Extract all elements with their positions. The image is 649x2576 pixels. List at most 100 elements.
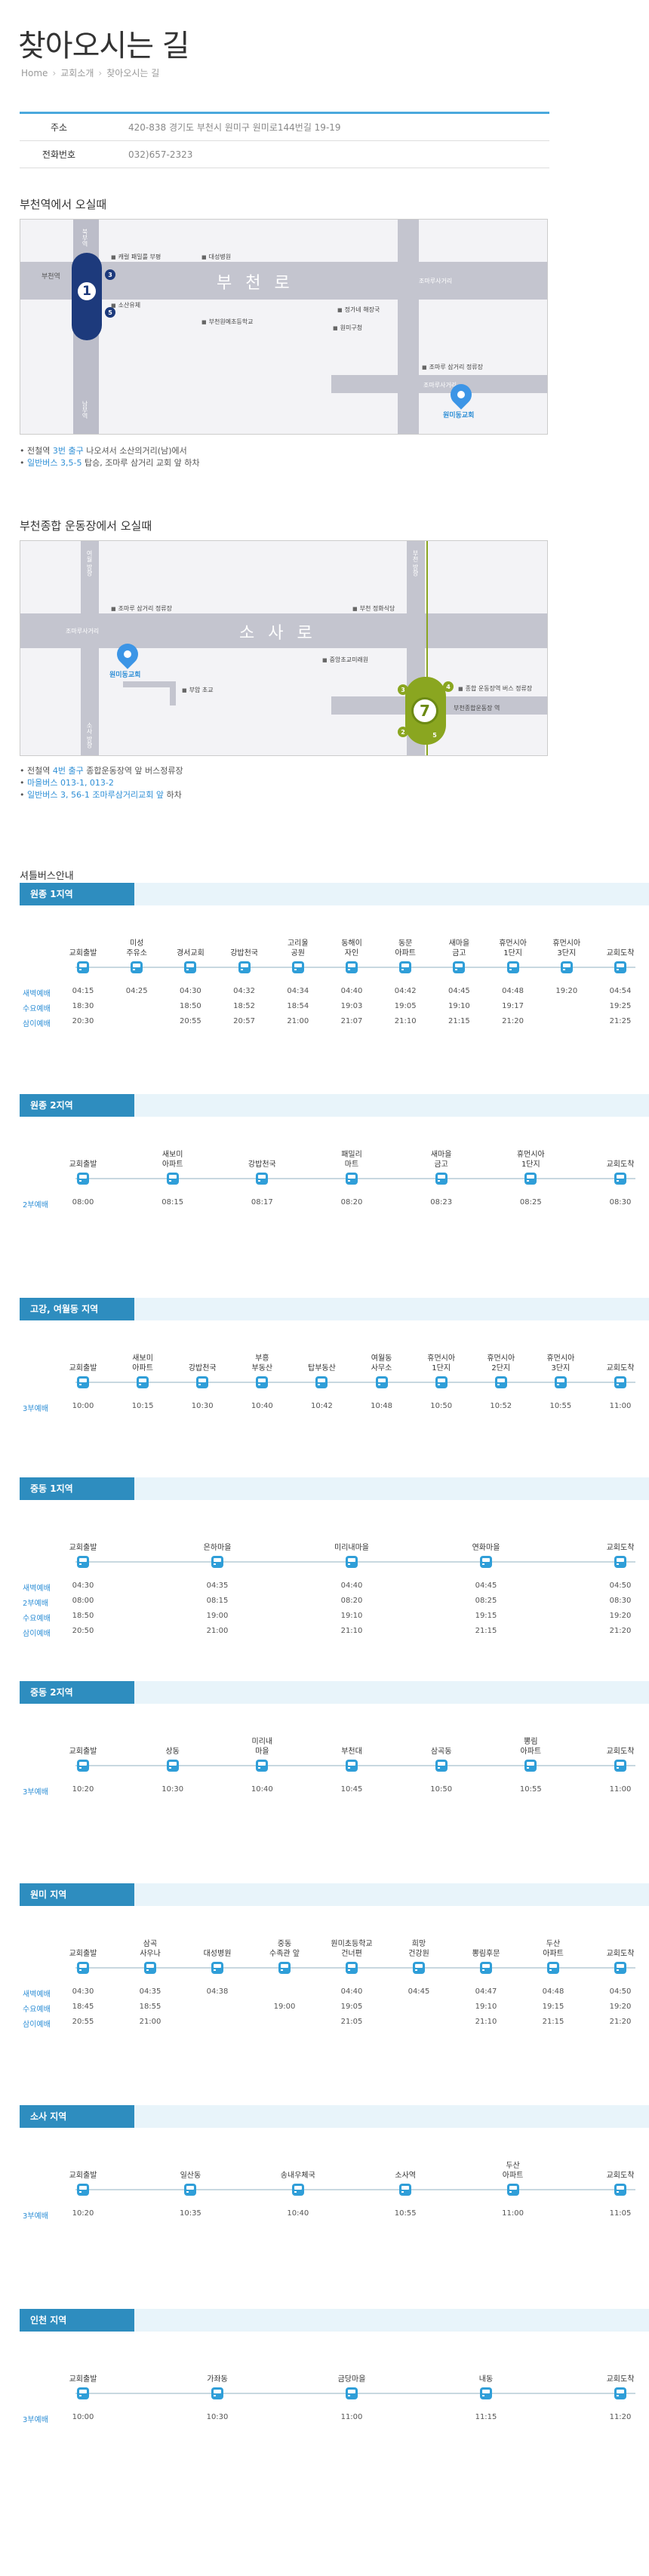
departure-time: 19:00 [206, 1612, 229, 1620]
bus-icon [238, 961, 253, 973]
bus-icon [77, 1962, 91, 1974]
bus-icon [480, 2387, 494, 2399]
stop-name: 소사역 [395, 2172, 416, 2180]
route-name: 원미 지역 [20, 1883, 134, 1906]
route-name: 원종 1지역 [20, 883, 134, 905]
departure-time: 04:30 [72, 1987, 94, 1996]
departure-time: 18:55 [139, 2003, 161, 2011]
map1-crossroad-label-2: 조마루사거리 [419, 278, 453, 284]
bus-icon [346, 1760, 360, 1772]
poi: 부천 정화식당 [352, 604, 395, 613]
chevron-right-icon: › [98, 67, 103, 78]
bus-icon [524, 1173, 540, 1185]
stadium-label: 부천종합운동장 역 [454, 705, 500, 712]
bus-icon [144, 1962, 158, 1974]
service-label: 2부예배 [23, 1600, 48, 1608]
departure-time: 10:50 [430, 1785, 453, 1794]
departure-time: 08:30 [609, 1597, 632, 1605]
map1-north-station: 북부역 [82, 229, 88, 247]
bus-icon [506, 961, 521, 973]
departure-time: 10:40 [287, 2209, 309, 2218]
departure-time: 11:20 [609, 2413, 632, 2421]
departure-time: 10:30 [206, 2413, 229, 2421]
map2-crossroad-label: 조마루사거리 [66, 628, 100, 635]
route-header: 고강, 여월동 지역 [20, 1298, 649, 1320]
service-label: 3부예배 [23, 1405, 48, 1413]
station-number-icon: 7 [411, 697, 438, 724]
stop-name: 교회출발 [69, 1544, 97, 1552]
departure-time: 04:40 [340, 1582, 363, 1590]
bus-icon [77, 2184, 91, 2196]
stop-name: 교회출발 [69, 1160, 97, 1169]
bus-icon [291, 961, 306, 973]
direction-item: 마을버스 013-1, 013-2 [20, 777, 183, 789]
poi: 원미구청 [333, 324, 362, 332]
departure-time: 10:40 [251, 1785, 273, 1794]
bus-icon [399, 2184, 414, 2196]
departure-time: 21:00 [206, 1627, 229, 1635]
route-line [75, 2189, 635, 2190]
bus-icon [211, 1556, 226, 1568]
departure-time: 10:50 [430, 1402, 453, 1410]
stop-name: 부천대 [341, 1748, 362, 1756]
breadcrumb-church-intro[interactable]: 교회소개 [60, 66, 94, 79]
route-name: 소사 지역 [20, 2105, 134, 2128]
departure-time: 08:25 [519, 1198, 542, 1207]
departure-time: 04:45 [408, 1987, 430, 1996]
bus-icon [211, 2387, 226, 2399]
stop-name: 미성 주유소 [126, 939, 147, 958]
bus-icon [315, 1376, 331, 1388]
direction-item: 일반버스 3,5-5 탑승, 조마루 삼거리 교회 앞 하차 [20, 457, 200, 469]
departure-time: 18:52 [233, 1002, 255, 1010]
service-label: 삼이예배 [23, 2021, 51, 2029]
bus-icon [346, 2387, 360, 2399]
stop-name: 가좌동 [207, 2375, 228, 2384]
map1-heading: 부천역에서 오실때 [20, 198, 107, 211]
bus-icon [614, 2184, 629, 2196]
departure-time: 04:54 [609, 987, 632, 995]
departure-time: 21:15 [475, 1627, 497, 1635]
poi: 정가네 해장국 [337, 306, 380, 314]
bus-icon [435, 1173, 450, 1185]
bus-icon [256, 1173, 271, 1185]
breadcrumb-home[interactable]: Home [21, 68, 48, 78]
stop-name: 강밥천국 [230, 949, 258, 958]
stop-name: 교회도착 [606, 1748, 635, 1756]
route-header: 중동 2지역 [20, 1681, 649, 1704]
departure-time: 10:20 [72, 1785, 94, 1794]
departure-time: 04:45 [448, 987, 470, 995]
bus-icon [614, 2387, 629, 2399]
departure-time: 19:17 [502, 1002, 524, 1010]
bus-icon [375, 1376, 390, 1388]
departure-time: 20:30 [72, 1017, 94, 1025]
service-label: 3부예배 [23, 2212, 48, 2221]
bus-icon [346, 1962, 360, 1974]
departure-time: 20:55 [179, 1017, 201, 1025]
service-label: 삼이예배 [23, 1630, 51, 1638]
departure-time: 10:00 [72, 1402, 94, 1410]
bus-icon [184, 961, 199, 973]
departure-time: 04:35 [139, 1987, 161, 1996]
bus-icon [554, 1376, 569, 1388]
departure-time: 21:10 [394, 1017, 417, 1025]
stop-name: 여월동 사무소 [371, 1354, 392, 1373]
breadcrumb-directions: 찾아오시는 길 [106, 68, 160, 78]
departure-time: 10:15 [131, 1402, 154, 1410]
bus-icon [77, 1760, 91, 1772]
church-label: 원미동교회 [109, 672, 141, 679]
route-header: 원종 1지역 [20, 883, 649, 905]
bus-icon [256, 1760, 271, 1772]
service-label: 수요예배 [23, 1615, 51, 1623]
departure-time: 04:50 [609, 1987, 632, 1996]
departure-time: 08:15 [161, 1198, 184, 1207]
stop-name: 중동 수족관 앞 [269, 1940, 300, 1958]
bus-icon [480, 1556, 494, 1568]
bus-icon [614, 1556, 629, 1568]
stop-name: 새마을 금고 [430, 1151, 452, 1169]
departure-time: 18:30 [72, 1002, 94, 1010]
bus-icon [346, 1556, 360, 1568]
stop-name: 미리내마을 [334, 1544, 369, 1552]
stop-name: 연화마을 [472, 1544, 500, 1552]
route-header: 소사 지역 [20, 2105, 649, 2128]
phone-value[interactable]: 032)657-2323 [98, 149, 549, 160]
